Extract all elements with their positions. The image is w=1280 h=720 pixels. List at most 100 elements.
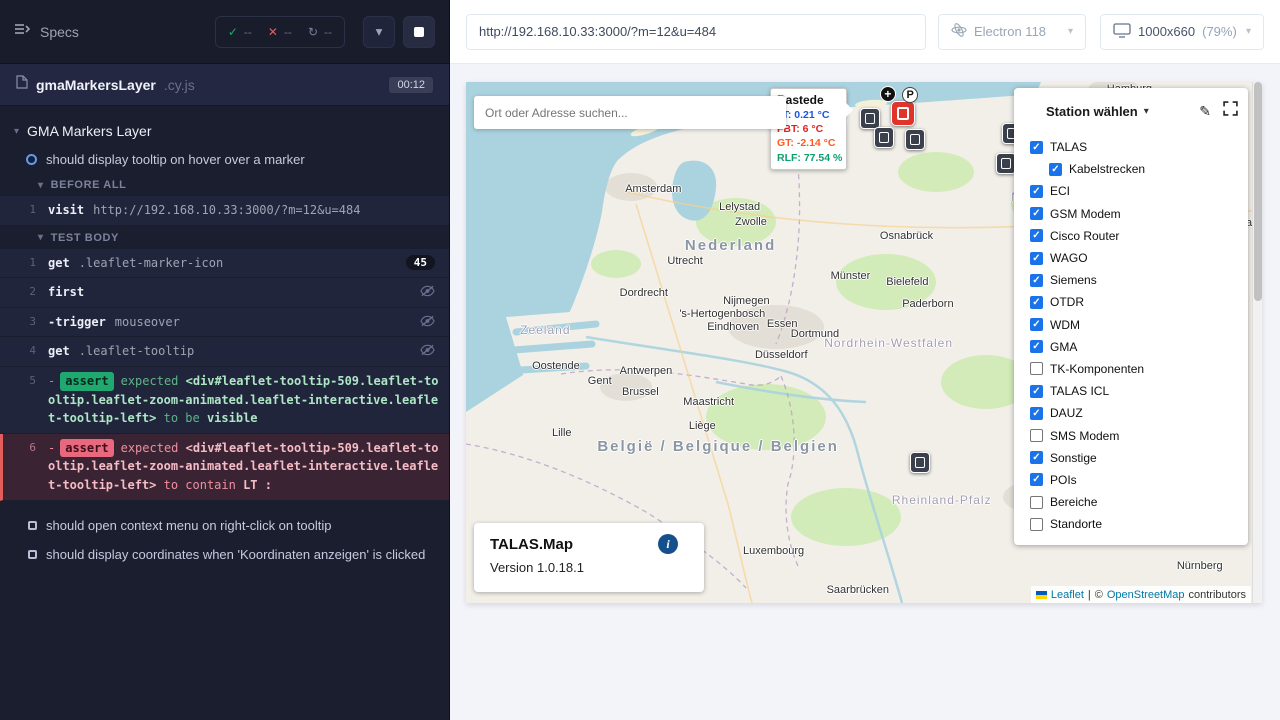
layer-checkbox-row[interactable]: ✓ WDM xyxy=(1024,314,1238,336)
command-row[interactable]: 5-assertexpected <div#leaflet-tooltip-50… xyxy=(0,367,449,434)
layer-checkbox[interactable] xyxy=(1030,496,1043,509)
leaflet-link[interactable]: Leaflet xyxy=(1051,589,1084,601)
layer-checkbox-row[interactable]: ✓WAGO xyxy=(1024,247,1238,269)
layer-checkbox-row[interactable]: ✓ Kabelstrecken xyxy=(1024,158,1238,180)
layer-checkbox[interactable]: ✓ xyxy=(1030,207,1043,220)
layer-checkbox[interactable]: ✓ xyxy=(1030,385,1043,398)
active-test-row[interactable]: should display tooltip on hover over a m… xyxy=(0,146,449,173)
layer-checkbox[interactable]: ✓ xyxy=(1030,451,1043,464)
command-row[interactable]: 2first xyxy=(0,278,449,308)
hidden-element-icon xyxy=(420,344,435,359)
layer-label: Kabelstrecken xyxy=(1069,162,1145,176)
command-method: visit xyxy=(48,203,84,217)
layer-checkbox[interactable]: ✓ xyxy=(1030,185,1043,198)
layer-checkbox-row[interactable]: ✓Siemens xyxy=(1024,269,1238,291)
command-args: .leaflet-tooltip xyxy=(79,344,195,358)
command-body: get.leaflet-marker-icon xyxy=(48,254,398,273)
electron-browser-icon xyxy=(951,22,967,41)
spec-duration-badge: 00:12 xyxy=(389,77,433,93)
attribution-suffix: contributors xyxy=(1189,589,1246,601)
layer-checkbox[interactable]: ✓ xyxy=(1030,274,1043,287)
osm-link[interactable]: OpenStreetMap xyxy=(1107,589,1185,601)
layer-checkbox[interactable]: ✓ xyxy=(1030,340,1043,353)
command-body: -assertexpected <div#leaflet-tooltip-509… xyxy=(48,439,441,495)
pending-test-row[interactable]: should open context menu on right-click … xyxy=(0,511,449,540)
command-number: 1 xyxy=(0,254,48,272)
info-icon[interactable]: i xyxy=(658,534,678,554)
map-marker-station[interactable] xyxy=(910,452,930,473)
map-marker-plus[interactable]: + xyxy=(880,86,896,102)
layer-label: GMA xyxy=(1050,340,1077,354)
page-scrollbar[interactable] xyxy=(1252,82,1262,603)
layer-checkbox-row[interactable]: ✓POIs xyxy=(1024,469,1238,491)
stat-passed: ✓-- xyxy=(228,25,252,39)
layer-checkbox[interactable] xyxy=(1030,362,1043,375)
leaflet-map[interactable]: HamburgBremenNiedersachsenHannoverOsnabr… xyxy=(466,82,1262,603)
viewport-select[interactable]: 1000x660 (79%) ▾ xyxy=(1100,14,1264,50)
command-row[interactable]: 4get.leaflet-tooltip xyxy=(0,337,449,367)
layer-checkbox-row[interactable]: ✓TALAS ICL xyxy=(1024,380,1238,402)
edit-pencil-icon[interactable]: ✎ xyxy=(1199,103,1211,120)
layer-checkbox-row[interactable]: Standorte xyxy=(1024,513,1238,535)
layer-checkbox[interactable]: ✓ xyxy=(1030,252,1043,265)
layer-checkbox-row[interactable]: SMS Modem xyxy=(1024,424,1238,446)
map-marker-red[interactable] xyxy=(891,101,915,126)
suite-row[interactable]: ▾ GMA Markers Layer xyxy=(0,116,449,146)
command-method: get xyxy=(48,344,70,358)
command-row[interactable]: 1visithttp://192.168.10.33:3000/?m=12&u=… xyxy=(0,196,449,226)
layer-checkbox-row[interactable]: TK-Komponenten xyxy=(1024,358,1238,380)
pending-test-icon xyxy=(28,550,37,559)
map-search xyxy=(474,96,786,129)
layer-checkbox-row[interactable]: ✓Sonstige xyxy=(1024,447,1238,469)
specs-title[interactable]: Specs xyxy=(40,24,79,40)
map-marker-station[interactable] xyxy=(905,129,925,150)
scrollbar-thumb[interactable] xyxy=(1254,82,1262,301)
chevron-down-icon: ▾ xyxy=(1246,26,1251,37)
collapse-all-button[interactable]: ▾ xyxy=(363,16,395,48)
map-marker-station[interactable] xyxy=(874,127,894,148)
layer-checkbox[interactable]: ✓ xyxy=(1030,141,1043,154)
command-row[interactable]: 6-assertexpected <div#leaflet-tooltip-50… xyxy=(0,434,449,501)
layer-checkbox-row[interactable]: ✓OTDR xyxy=(1024,291,1238,313)
stop-run-button[interactable] xyxy=(403,16,435,48)
assert-badge: assert xyxy=(60,372,113,391)
station-dropdown[interactable]: Station wählen xyxy=(1046,104,1138,119)
browser-select[interactable]: Electron 118 ▾ xyxy=(938,14,1086,50)
layer-label: TK-Komponenten xyxy=(1050,362,1144,376)
layer-checkbox[interactable]: ✓ xyxy=(1030,318,1043,331)
app-version: Version 1.0.18.1 xyxy=(490,560,688,575)
pending-tests: should open context menu on right-click … xyxy=(0,511,449,569)
layer-checkbox[interactable] xyxy=(1030,429,1043,442)
layer-checkbox-row[interactable]: ✓DAUZ xyxy=(1024,402,1238,424)
specs-menu-icon[interactable] xyxy=(14,22,30,41)
layer-checkbox-row[interactable]: ✓TALAS xyxy=(1024,136,1238,158)
layer-checkbox-row[interactable]: ✓ECI xyxy=(1024,180,1238,202)
command-args: http://192.168.10.33:3000/?m=12&u=484 xyxy=(93,203,360,217)
panel-icons: ✎ xyxy=(1199,101,1238,121)
pending-test-row[interactable]: should display coordinates when 'Koordin… xyxy=(0,540,449,569)
layer-checkbox[interactable]: ✓ xyxy=(1030,473,1043,486)
tooltip-row: RLF: 77.54 % xyxy=(777,151,840,165)
layer-checkbox-row[interactable]: ✓ GMA xyxy=(1024,336,1238,358)
url-input[interactable] xyxy=(466,14,926,50)
map-marker-station[interactable] xyxy=(860,108,880,129)
section-header[interactable]: ▾BEFORE ALL xyxy=(0,173,449,196)
layer-checkbox[interactable] xyxy=(1030,518,1043,531)
layer-checkbox-row[interactable]: ✓GSM Modem xyxy=(1024,203,1238,225)
layer-checkbox[interactable]: ✓ xyxy=(1030,229,1043,242)
command-row[interactable]: 3-triggermouseover xyxy=(0,308,449,338)
expand-icon[interactable] xyxy=(1223,101,1238,121)
search-input[interactable] xyxy=(474,106,786,120)
layer-label: WDM xyxy=(1050,318,1080,332)
viewport-size: 1000x660 xyxy=(1138,24,1195,39)
command-row[interactable]: 1get.leaflet-marker-icon45 xyxy=(0,249,449,279)
layer-checkbox[interactable]: ✓ xyxy=(1030,407,1043,420)
layer-checkbox-row[interactable]: ✓Cisco Router xyxy=(1024,225,1238,247)
layer-checkbox[interactable]: ✓ xyxy=(1049,163,1062,176)
section-header[interactable]: ▾TEST BODY xyxy=(0,226,449,249)
layer-checkbox[interactable]: ✓ xyxy=(1030,296,1043,309)
chevron-down-icon[interactable]: ▾ xyxy=(1144,106,1149,117)
spec-header[interactable]: gmaMarkersLayer .cy.js 00:12 xyxy=(0,64,449,106)
command-number: 6 xyxy=(3,439,48,457)
layer-checkbox-row[interactable]: Bereiche xyxy=(1024,491,1238,513)
